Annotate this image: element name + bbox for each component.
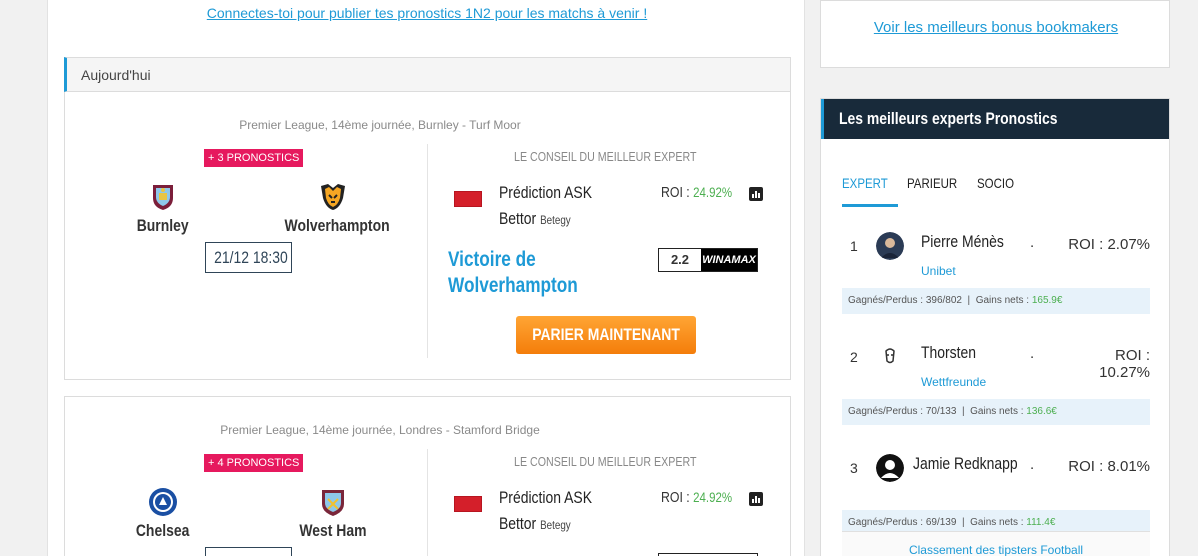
bonus-bookmakers-link[interactable]: Voir les meilleurs bonus bookmakers xyxy=(821,19,1171,36)
predictor-logo-icon xyxy=(454,496,482,512)
expert-rank: 3 xyxy=(850,460,858,476)
pronostics-badge[interactable]: + 4 PRONOSTICS xyxy=(204,454,304,472)
expert-roi: ROI : 2.07% xyxy=(1068,236,1150,253)
expert-rank: 1 xyxy=(850,238,858,254)
match-league-info: Premier League, 14ème journée, Londres -… xyxy=(220,423,540,437)
bookmaker-logo: WINAMAX xyxy=(701,249,757,271)
tab-socio[interactable]: SOCIO xyxy=(977,175,1022,207)
connect-link[interactable]: Connectes-toi pour publier tes pronostic… xyxy=(48,5,806,21)
separator-dot: . xyxy=(1030,456,1035,473)
section-title: Aujourd'hui xyxy=(81,67,151,83)
predictor-roi: ROI : 24.92% xyxy=(661,489,733,506)
chelsea-crest-icon xyxy=(149,488,177,516)
home-team-name: Burnley xyxy=(137,216,189,235)
experts-box: Les meilleurs experts Pronostics EXPERT … xyxy=(820,98,1170,556)
avatar xyxy=(876,232,904,260)
expert-label: LE CONSEIL DU MEILLEUR EXPERT xyxy=(513,149,697,164)
expert-stats: Gagnés/Perdus : 396/802 | Gains nets : 1… xyxy=(842,288,1150,314)
expert-stats: Gagnés/Perdus : 70/133 | Gains nets : 13… xyxy=(842,399,1150,425)
match-card[interactable]: Premier League, 14ème journée, Burnley -… xyxy=(64,92,791,382)
pick-text: Victoire de Wolverhampton xyxy=(448,248,578,297)
experts-header: Les meilleurs experts Pronostics xyxy=(821,99,1169,139)
away-team[interactable]: Wolverhampton xyxy=(273,182,393,236)
match-league-info: Premier League, 14ème journée, Burnley -… xyxy=(239,118,521,132)
expert-bookmaker[interactable]: Unibet xyxy=(921,264,956,278)
westham-crest-icon xyxy=(322,490,344,516)
tab-expert[interactable]: EXPERT xyxy=(842,175,898,207)
match-date: 21/12 18:30 xyxy=(205,242,292,273)
stats-icon[interactable] xyxy=(749,187,763,201)
expert-roi: ROI : 8.01% xyxy=(1068,458,1150,475)
predictor-roi: ROI : 24.92% xyxy=(661,184,733,201)
expert-rank: 2 xyxy=(850,349,858,365)
separator-dot: . xyxy=(1030,234,1035,251)
card-divider xyxy=(427,144,428,358)
section-header-today: Aujourd'hui xyxy=(64,57,791,92)
burnley-crest-icon xyxy=(153,185,173,210)
user-avatar-icon xyxy=(876,454,904,482)
tab-parieur[interactable]: PARIEUR xyxy=(907,175,968,207)
pronostics-badge[interactable]: + 3 PRONOSTICS xyxy=(204,149,304,167)
experts-title: Les meilleurs experts Pronostics xyxy=(839,109,1058,128)
chevron-right-icon: › xyxy=(603,363,609,382)
wolves-crest-icon xyxy=(321,184,345,210)
tipsters-ranking-link[interactable]: Classement des tipsters Football xyxy=(842,531,1150,556)
expert-roi: ROI : 10.27% xyxy=(1099,347,1150,381)
expert-row[interactable]: 2 Thorsten . ROI : 10.27% Wettfreunde Ga… xyxy=(842,337,1150,427)
home-team[interactable]: Chelsea xyxy=(103,487,223,541)
expert-label: LE CONSEIL DU MEILLEUR EXPERT xyxy=(513,454,697,469)
separator-dot: . xyxy=(1030,345,1035,362)
match-card[interactable]: Premier League, 14ème journée, Londres -… xyxy=(64,396,791,556)
avatar xyxy=(876,343,904,371)
experts-tabs: EXPERT PARIEUR SOCIO xyxy=(842,175,1022,207)
main-column: Connectes-toi pour publier tes pronostic… xyxy=(47,0,805,556)
away-team[interactable]: West Ham xyxy=(273,487,393,541)
bonus-box: Voir les meilleurs bonus bookmakers xyxy=(820,0,1170,68)
odd-value: 2.2 xyxy=(659,249,701,271)
away-team-name: Wolverhampton xyxy=(284,216,390,235)
expert-name[interactable]: Jamie Redknapp xyxy=(913,454,1041,474)
expert-row[interactable]: 3 Jamie Redknapp . ROI : 8.01% Gagnés/Pe… xyxy=(842,448,1150,538)
home-team[interactable]: Burnley xyxy=(103,182,223,236)
stats-icon[interactable] xyxy=(749,492,763,506)
predictor-logo-icon xyxy=(454,191,482,207)
predictor-name[interactable]: Prédiction ASK Bettor Betegy xyxy=(499,180,612,233)
expert-name[interactable]: Thorsten xyxy=(921,343,988,363)
odd-box[interactable]: 2.2 WINAMAX xyxy=(658,248,758,272)
home-team-name: Chelsea xyxy=(136,521,190,540)
expert-bookmaker[interactable]: Wettfreunde xyxy=(921,375,986,389)
bet-now-button[interactable]: PARIER MAINTENANT › xyxy=(516,316,696,382)
predictor-name[interactable]: Prédiction ASK Bettor Betegy xyxy=(499,485,612,538)
match-date xyxy=(205,547,292,556)
expert-name[interactable]: Pierre Ménès xyxy=(921,232,1022,252)
expert-row[interactable]: 1 Pierre Ménès . ROI : 2.07% Unibet Gagn… xyxy=(842,226,1150,316)
away-team-name: West Ham xyxy=(299,521,367,540)
